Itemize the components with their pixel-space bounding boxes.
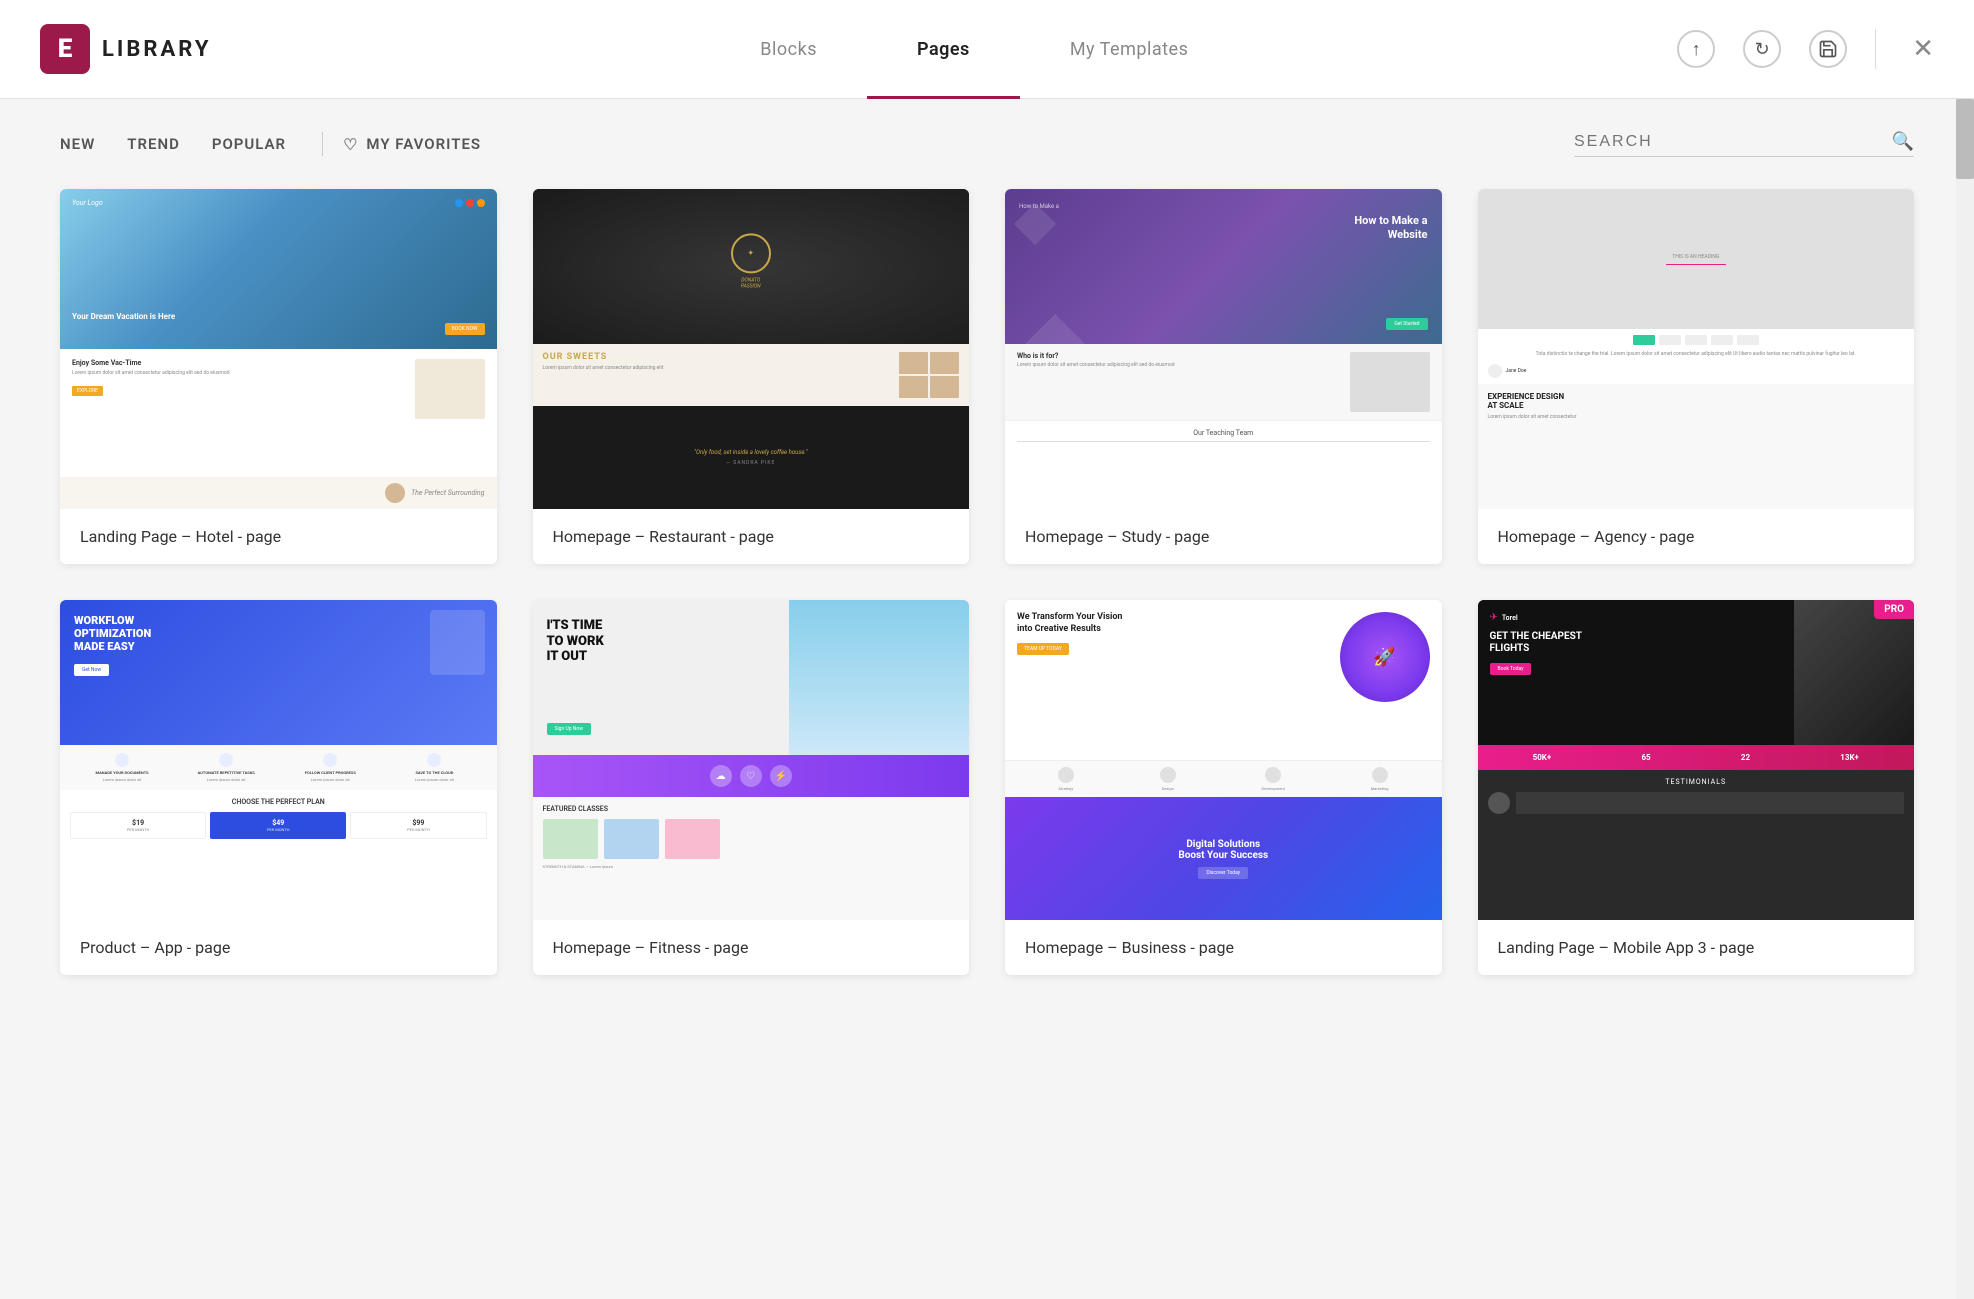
- card-preview-fitness: I'TS TIMETO WORKIT OUT Sign Up Now ☁ ♡ ⚡…: [533, 600, 970, 920]
- card-preview-product: WORKFLOWOPTIMIZATIONMADE EASY Get Now MA…: [60, 600, 497, 920]
- mobile-avatar-1: [1488, 792, 1510, 814]
- product-hero-title: WORKFLOWOPTIMIZATIONMADE EASY: [74, 614, 483, 654]
- product-hero-cta: Get Now: [74, 664, 109, 676]
- save-button[interactable]: [1809, 30, 1847, 68]
- search-input[interactable]: [1574, 133, 1880, 151]
- card-restaurant[interactable]: ✦ DONATOPASSION OUR SWEETS Lorem ipsum d…: [533, 189, 970, 564]
- close-button[interactable]: ✕: [1912, 34, 1934, 64]
- hotel-hero-title: Your Dream Vacation is Here: [72, 312, 175, 321]
- fitness-classes-title: FEATURED CLASSES: [543, 805, 960, 813]
- card-fitness[interactable]: I'TS TIMETO WORKIT OUT Sign Up Now ☁ ♡ ⚡…: [533, 600, 970, 975]
- card-label-mobile: Landing Page – Mobile App 3 - page: [1478, 920, 1915, 975]
- restaurant-quote: "Only food, set inside a lovely coffee h…: [694, 449, 807, 456]
- product-device-graphic: [430, 610, 485, 675]
- refresh-button[interactable]: ↻: [1743, 30, 1781, 68]
- upload-button[interactable]: ↑: [1677, 30, 1715, 68]
- mobile-testimonials-title: TESTIMONIALS: [1488, 778, 1905, 786]
- business-hero-title: We Transform Your Visioninto Creative Re…: [1017, 612, 1330, 635]
- product-feature-3: FOLLOW CLIENT PROGRESS Lorem ipsum dolor…: [278, 753, 382, 782]
- restaurant-logo: ✦ DONATOPASSION: [731, 233, 771, 289]
- pricing-plan-basic: $19 PER MONTH: [70, 812, 206, 839]
- study-team-title: Our Teaching Team: [1017, 429, 1430, 437]
- mobile-stat-4: 13K+: [1840, 753, 1859, 762]
- scrollbar-track[interactable]: [1956, 99, 1974, 1299]
- product-pricing-title: CHOOSE THE PERFECT PLAN: [70, 798, 487, 806]
- card-grid: Your Logo Your Dream Vacation is Here BO…: [0, 189, 1974, 1035]
- card-preview-mobile: PRO ✈ Torel GET THE CHEAPESTFLIGHTS Book…: [1478, 600, 1915, 920]
- mobile-stat-3: 22: [1741, 753, 1750, 762]
- study-hero-title: How to Make aWebsite: [1019, 214, 1428, 243]
- tab-blocks[interactable]: Blocks: [710, 0, 867, 99]
- business-bottom-title: Digital SolutionsBoost Your Success: [1178, 839, 1268, 861]
- header-divider: [1875, 29, 1876, 69]
- favorites-label: MY FAVORITES: [366, 135, 481, 153]
- card-product[interactable]: WORKFLOWOPTIMIZATIONMADE EASY Get Now MA…: [60, 600, 497, 975]
- card-label-restaurant: Homepage – Restaurant - page: [533, 509, 970, 564]
- logo-icon: E: [40, 24, 90, 74]
- filter-new[interactable]: NEW: [60, 127, 111, 161]
- pricing-plans: $19 PER MONTH $49 PER MONTH $99 PER MONT…: [70, 812, 487, 839]
- fitness-icon-1: ☁: [710, 765, 732, 787]
- filter-favorites[interactable]: ♡ MY FAVORITES: [343, 135, 481, 154]
- search-area: 🔍: [1574, 131, 1914, 157]
- mobile-stat-1: 50K+: [1533, 753, 1552, 762]
- mobile-hero-btn: Book Today: [1490, 663, 1532, 675]
- card-label-study: Homepage – Study - page: [1005, 509, 1442, 564]
- fitness-hero-title: I'TS TIMETO WORKIT OUT: [547, 618, 604, 665]
- card-preview-business: We Transform Your Visioninto Creative Re…: [1005, 600, 1442, 920]
- card-label-hotel: Landing Page – Hotel - page: [60, 509, 497, 564]
- mobile-hands-graphic: [1794, 600, 1914, 745]
- fitness-hero-btn: Sign Up Now: [547, 723, 591, 735]
- card-agency[interactable]: THIS IS AN HEADING Tota distinctio te ch…: [1478, 189, 1915, 564]
- product-feature-1: MANAGE YOUR DOCUMENTS Lorem ipsum dolor …: [70, 753, 174, 782]
- business-bottom-btn: Discover Today: [1198, 867, 1248, 879]
- card-label-product: Product – App - page: [60, 920, 497, 975]
- card-hotel[interactable]: Your Logo Your Dream Vacation is Here BO…: [60, 189, 497, 564]
- filter-divider: [322, 132, 323, 156]
- hotel-logo: Your Logo: [72, 199, 103, 207]
- logo-text: LIBRARY: [102, 37, 211, 62]
- pricing-plan-enterprise: $99 PER MONTH: [350, 812, 486, 839]
- tab-my-templates[interactable]: My Templates: [1020, 0, 1239, 99]
- product-feature-2: AUTOMATE REPETITIVE TASKS Lorem ipsum do…: [174, 753, 278, 782]
- header-actions: ↑ ↻ ✕: [1677, 29, 1934, 69]
- business-hero-btn: TEAM UP TODAY: [1017, 643, 1069, 655]
- filter-popular[interactable]: POPULAR: [196, 127, 302, 161]
- card-preview-study: How to Make a How to Make aWebsite Get S…: [1005, 189, 1442, 509]
- nav-tabs: Blocks Pages My Templates: [271, 0, 1677, 99]
- heart-icon: ♡: [343, 135, 358, 154]
- hotel-bottom-text: Enjoy Some Vac-Time Lorem ipsum dolor si…: [72, 359, 405, 467]
- fitness-icon-3: ⚡: [770, 765, 792, 787]
- mobile-stat-2: 65: [1641, 753, 1650, 762]
- card-business[interactable]: We Transform Your Visioninto Creative Re…: [1005, 600, 1442, 975]
- fitness-person-graphic: [789, 600, 969, 755]
- scrollbar-thumb[interactable]: [1956, 99, 1974, 179]
- card-mobile-app[interactable]: PRO ✈ Torel GET THE CHEAPESTFLIGHTS Book…: [1478, 600, 1915, 975]
- card-preview-restaurant: ✦ DONATOPASSION OUR SWEETS Lorem ipsum d…: [533, 189, 970, 509]
- card-label-business: Homepage – Business - page: [1005, 920, 1442, 975]
- agency-exp-title: EXPERIENCE DESIGNAT SCALE: [1488, 392, 1905, 410]
- business-graphic: [1340, 612, 1430, 702]
- tab-pages[interactable]: Pages: [867, 0, 1020, 99]
- fitness-icon-2: ♡: [740, 765, 762, 787]
- card-label-agency: Homepage – Agency - page: [1478, 509, 1915, 564]
- pro-badge: PRO: [1874, 600, 1914, 619]
- filter-trend[interactable]: TREND: [111, 127, 196, 161]
- hotel-hero-btn: BOOK NOW: [445, 323, 485, 335]
- card-preview-agency: THIS IS AN HEADING Tota distinctio te ch…: [1478, 189, 1915, 509]
- card-preview-hotel: Your Logo Your Dream Vacation is Here BO…: [60, 189, 497, 509]
- logo-area: E LIBRARY: [40, 24, 211, 74]
- header: E LIBRARY Blocks Pages My Templates ↑ ↻ …: [0, 0, 1974, 99]
- product-feature-4: SAVE TO THE CLOUD Lorem ipsum dolor sit: [382, 753, 486, 782]
- card-label-fitness: Homepage – Fitness - page: [533, 920, 970, 975]
- filter-bar: NEW TREND POPULAR ♡ MY FAVORITES 🔍: [0, 99, 1974, 189]
- hotel-dots: [455, 199, 485, 207]
- pricing-plan-pro: $49 PER MONTH: [210, 812, 346, 839]
- card-study[interactable]: How to Make a How to Make aWebsite Get S…: [1005, 189, 1442, 564]
- search-icon[interactable]: 🔍: [1892, 131, 1914, 152]
